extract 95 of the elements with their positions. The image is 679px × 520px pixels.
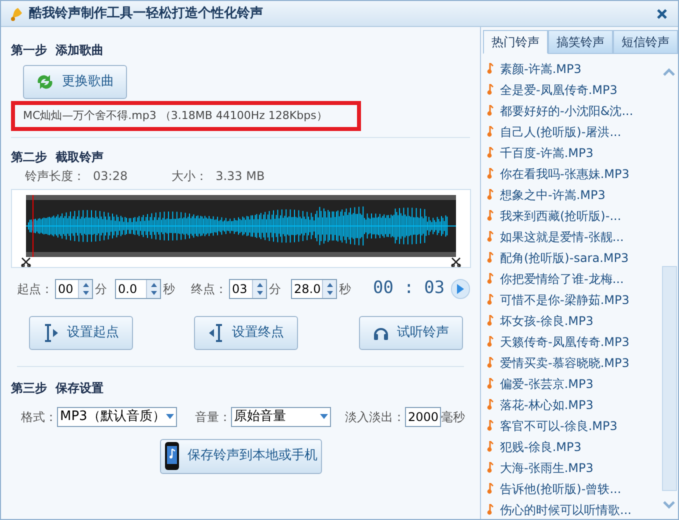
tab[interactable]: 热门铃声: [483, 30, 548, 54]
song-item[interactable]: 坏女孩-徐良.MP3: [487, 310, 660, 331]
size-value: 3.33 MB: [216, 168, 265, 185]
waveform-drawing[interactable]: [26, 195, 456, 257]
save-button[interactable]: 保存铃声到本地或手机: [160, 438, 322, 474]
millisecond-unit: 毫秒: [441, 408, 465, 426]
song-item[interactable]: 天籁传奇-凤凰传奇.MP3: [487, 331, 660, 352]
number-field[interactable]: 28.0: [291, 278, 337, 299]
time-display: 00 : 03: [373, 277, 445, 300]
end-label: 终点：: [191, 280, 227, 298]
song-item[interactable]: 千百度-许嵩.MP3: [487, 142, 660, 163]
music-note-icon: [487, 420, 494, 431]
song-item[interactable]: 配角(抢听版)-sara.MP3: [487, 247, 660, 268]
phone-icon: [164, 441, 180, 471]
song-item[interactable]: 偏爱-张芸京.MP3: [487, 373, 660, 394]
song-item[interactable]: 你在看我吗-张惠妹.MP3: [487, 163, 660, 184]
dropdown-arrow-icon: [166, 414, 174, 419]
music-note-icon: [487, 210, 494, 221]
music-note-icon: [487, 105, 494, 116]
song-item[interactable]: 想象之中-许嵩.MP3: [487, 184, 660, 205]
section-heading: 第三步 保存设置: [11, 380, 104, 396]
bell-icon: [9, 6, 25, 22]
second-unit: 秒: [339, 280, 351, 298]
scissors-icon[interactable]: [451, 257, 461, 267]
scissors-icon[interactable]: [21, 257, 31, 267]
spinner-arrows-icon[interactable]: [256, 282, 264, 296]
set-end-icon: [208, 324, 224, 342]
music-note-icon: [487, 126, 494, 137]
music-note-icon: [487, 252, 494, 263]
fade-label: 淡入淡出：: [345, 408, 405, 426]
play-button[interactable]: [450, 278, 470, 299]
music-note-icon: [487, 483, 494, 494]
number-field[interactable]: 00: [55, 278, 93, 299]
music-note-icon: [487, 273, 494, 284]
song-item[interactable]: 落花-林心如.MP3: [487, 394, 660, 415]
second-unit: 秒: [163, 280, 175, 298]
spinner-arrows-icon[interactable]: [82, 282, 90, 296]
music-note-icon: [487, 231, 494, 242]
tab[interactable]: 短信铃声: [613, 30, 678, 54]
song-item[interactable]: 都要好好的-小沈阳&沈...: [487, 100, 660, 121]
song-item[interactable]: 爱情买卖-慕容晓晓.MP3: [487, 352, 660, 373]
change-song-button[interactable]: 更换歌曲: [23, 65, 127, 99]
music-note-icon: [487, 399, 494, 410]
song-item[interactable]: 可惜不是你-梁静茹.MP3: [487, 289, 660, 310]
start-label: 起点：: [17, 280, 53, 298]
minute-unit: 分: [95, 280, 107, 298]
minute-unit: 分: [269, 280, 281, 298]
format-dropdown[interactable]: MP3（默认音质）: [57, 406, 177, 426]
set-start-icon: [43, 324, 59, 342]
number-field[interactable]: 03: [229, 278, 267, 299]
song-item[interactable]: 如果这就是爱情-张靓...: [487, 226, 660, 247]
music-note-icon: [487, 462, 494, 473]
action-button[interactable]: 试听铃声: [359, 316, 463, 350]
section-heading: 第二步 截取铃声: [11, 149, 104, 166]
music-note-icon: [487, 63, 494, 74]
song-item[interactable]: 我来到西藏(抢听版)-...: [487, 205, 660, 226]
refresh-icon: [36, 74, 54, 90]
song-item[interactable]: 自己人(抢听版)-屠洪...: [487, 121, 660, 142]
song-item[interactable]: 伤心的时候可以听情歌...: [487, 499, 660, 519]
music-note-icon: [487, 441, 494, 452]
music-note-icon: [487, 294, 494, 305]
music-note-icon: [487, 168, 494, 179]
volume-label: 音量：: [195, 408, 231, 426]
song-item[interactable]: 你把爱情给了谁-龙梅...: [487, 268, 660, 289]
tab[interactable]: 搞笑铃声: [548, 30, 613, 54]
song-item[interactable]: 大海-张雨生.MP3: [487, 457, 660, 478]
song-item[interactable]: 客官不可以-徐良.MP3: [487, 415, 660, 436]
volume-dropdown[interactable]: 原始音量: [231, 406, 331, 426]
format-label: 格式：: [21, 408, 57, 426]
song-item[interactable]: 素颜-许嵩.MP3: [487, 58, 660, 79]
music-note-icon: [487, 357, 494, 368]
music-note-icon: [487, 315, 494, 326]
music-note-icon: [487, 504, 494, 515]
window-title: 酷我铃声制作工具一轻松打造个性化铃声: [29, 4, 263, 23]
music-note-icon: [487, 147, 494, 158]
music-note-icon: [487, 84, 494, 95]
song-item[interactable]: 全是爱-凤凰传奇.MP3: [487, 79, 660, 100]
song-item[interactable]: 告诉他(抢听版)-曾轶...: [487, 478, 660, 499]
spinner-arrows-icon[interactable]: [150, 282, 158, 296]
size-label: 大小：: [172, 168, 208, 185]
length-value: 03:28: [93, 168, 128, 185]
fade-field[interactable]: 2000: [405, 406, 441, 426]
spinner-arrows-icon[interactable]: [326, 282, 334, 296]
action-button[interactable]: 设置终点: [194, 316, 298, 350]
length-label: 铃声长度：: [25, 168, 85, 185]
music-note-icon: [487, 378, 494, 389]
music-note-icon: [487, 336, 494, 347]
play-icon: [456, 284, 464, 294]
music-note-icon: [487, 189, 494, 200]
number-field[interactable]: 0.0: [115, 278, 161, 299]
action-button[interactable]: 设置起点: [29, 316, 133, 350]
song-item[interactable]: 犯贱-徐良.MP3: [487, 436, 660, 457]
dropdown-arrow-icon: [320, 414, 328, 419]
file-info: MC灿灿—万个舍不得.mp3 （3.18MB 44100Hz 128Kbps）: [11, 101, 361, 131]
section-heading: 第一步 添加歌曲: [11, 42, 104, 59]
